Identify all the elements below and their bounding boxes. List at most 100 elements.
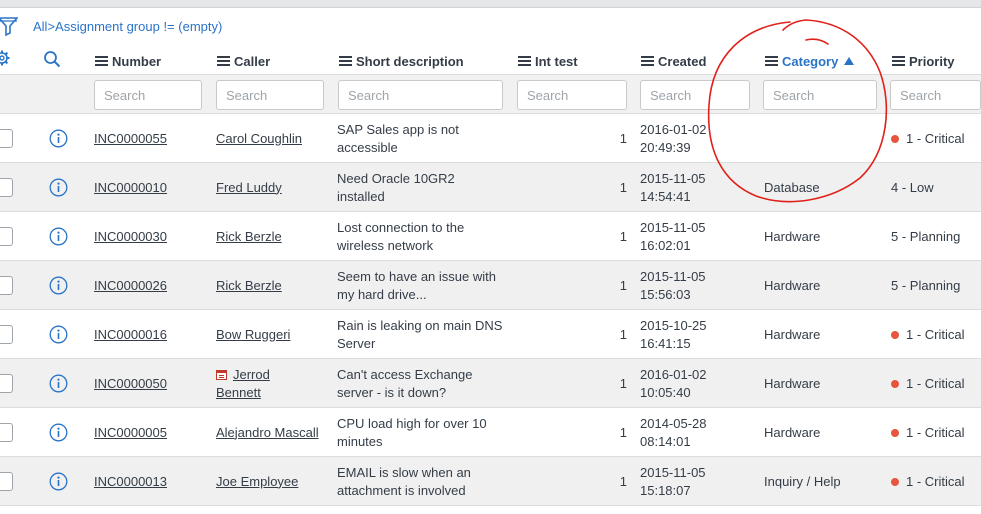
critical-dot-icon [891,379,899,388]
table-row[interactable]: INC0000005 Alejandro Mascall CPU load high… [0,408,981,457]
created-cell: 2015-11-05 14:54:41 [640,163,755,212]
incident-number-link[interactable]: INC0000005 [94,424,167,442]
table-row[interactable]: INC0000030 Rick Berzle Lost connection to … [0,212,981,261]
priority-cell: 5 - Planning [891,277,961,293]
priority-cell: 1 - Critical [891,310,981,359]
column-header-created[interactable]: Created [641,51,706,71]
sort-ascending-icon [844,57,855,65]
table-row[interactable]: INC0000013 Joe Employee EMAIL is slow when… [0,457,981,506]
description-line-1: EMAIL is slow when an [337,464,471,480]
caller-link[interactable]: Fred Luddy [216,179,282,197]
created-time: 15:56:03 [640,286,691,302]
table-row[interactable]: INC0000016 Bow Ruggeri Rain is leaking on … [0,310,981,359]
description-line-1: Lost connection to the [337,219,465,235]
caller-link[interactable]: Carol Coughlin [216,130,302,148]
description-line-1: SAP Sales app is not [337,121,459,137]
created-date: 2015-10-25 [640,317,707,333]
row-select-checkbox[interactable] [0,178,13,197]
column-header-priority[interactable]: Priority [892,51,955,71]
info-icon[interactable] [49,325,68,344]
caller-link[interactable]: Bow Ruggeri [216,326,290,344]
created-date: 2016-01-02 [640,121,707,137]
incident-number-link[interactable]: INC0000050 [94,375,167,393]
number-cell: INC0000005 [94,408,167,457]
table-row[interactable]: INC0000010 Fred Luddy Need Oracle 10GR2 ins… [0,163,981,212]
column-menu-icon[interactable] [518,56,531,66]
row-select-checkbox[interactable] [0,276,13,295]
category-cell: Hardware [764,277,821,293]
caller-cell-multiline: Jerrod Bennett [216,366,270,402]
category-cell: Hardware [764,375,821,391]
created-cell: 2015-10-25 16:41:15 [640,310,755,359]
description-line-1: Can't access Exchange [337,366,473,382]
created-cell: 2015-11-05 16:02:01 [640,212,755,261]
column-header-caller[interactable]: Caller [217,51,270,71]
table-row[interactable]: INC0000050 Jerrod Bennett Can't access Exch… [0,359,981,408]
gear-icon[interactable] [0,50,10,66]
column-header-int-test[interactable]: Int test [518,51,578,71]
column-header-category[interactable]: Category [765,51,855,71]
priority-cell: 1 - Critical [891,114,981,163]
column-menu-icon[interactable] [892,56,905,66]
caller-cell: Rick Berzle [216,261,331,310]
search-input-short-description[interactable] [338,80,503,110]
search-input-category[interactable] [763,80,877,110]
incident-number-link[interactable]: INC0000010 [94,179,167,197]
incident-number-link[interactable]: INC0000055 [94,130,167,148]
column-menu-icon[interactable] [339,56,352,66]
row-select-checkbox[interactable] [0,472,13,491]
row-select-checkbox[interactable] [0,423,13,442]
search-input-caller[interactable] [216,80,324,110]
column-menu-icon[interactable] [95,56,108,66]
caller-link[interactable]: Joe Employee [216,473,298,491]
critical-dot-icon [891,477,899,486]
description-line-2: wireless network [337,237,434,253]
short-description-cell: Seem to have an issue with my hard drive.… [337,261,512,310]
row-select-checkbox[interactable] [0,325,13,344]
info-icon[interactable] [49,178,68,197]
search-input-priority[interactable] [890,80,981,110]
breadcrumb-row: All>Assignment group != (empty) [0,8,981,46]
row-select-checkbox[interactable] [0,374,13,393]
row-select-checkbox[interactable] [0,129,13,148]
filter-icon[interactable] [0,15,18,37]
incident-number-link[interactable]: INC0000026 [94,277,167,295]
priority-cell: 1 - Critical [891,359,981,408]
column-header-number[interactable]: Number [95,51,161,71]
search-input-int-test[interactable] [517,80,627,110]
created-cell: 2015-11-05 15:18:07 [640,457,755,506]
search-icon[interactable] [43,50,61,68]
column-menu-icon[interactable] [765,56,778,66]
incident-number-link[interactable]: INC0000013 [94,473,167,491]
table-row[interactable]: INC0000026 Rick Berzle Seem to have an iss… [0,261,981,310]
info-icon[interactable] [49,227,68,246]
critical-dot-icon [891,428,899,437]
created-cell: 2015-11-05 15:56:03 [640,261,755,310]
table-row[interactable]: INC0000055 Carol Coughlin SAP Sales app is… [0,114,981,163]
created-date: 2015-11-05 [640,464,706,480]
caller-link[interactable]: Rick Berzle [216,277,282,295]
incident-number-link[interactable]: INC0000016 [94,326,167,344]
caller-link[interactable]: Rick Berzle [216,228,282,246]
info-icon[interactable] [49,472,68,491]
description-line-1: Seem to have an issue with [337,268,496,284]
number-cell: INC0000030 [94,212,167,261]
search-input-created[interactable] [640,80,750,110]
incident-number-link[interactable]: INC0000030 [94,228,167,246]
row-select-checkbox[interactable] [0,227,13,246]
breadcrumb-filter[interactable]: Assignment group != (empty) [55,19,222,34]
info-icon[interactable] [49,423,68,442]
breadcrumb-all[interactable]: All [33,19,47,34]
info-icon[interactable] [49,129,68,148]
search-input-number[interactable] [94,80,202,110]
caller-link[interactable]: Alejandro Mascall [216,424,319,442]
column-menu-icon[interactable] [217,56,230,66]
caller-link[interactable]: Jerrod [233,367,270,382]
info-icon[interactable] [49,276,68,295]
category-cell: Hardware [764,424,821,440]
column-search-row [0,74,981,114]
info-icon[interactable] [49,374,68,393]
caller-link-line2[interactable]: Bennett [216,385,261,400]
column-header-short-description[interactable]: Short description [339,51,464,71]
column-menu-icon[interactable] [641,56,654,66]
